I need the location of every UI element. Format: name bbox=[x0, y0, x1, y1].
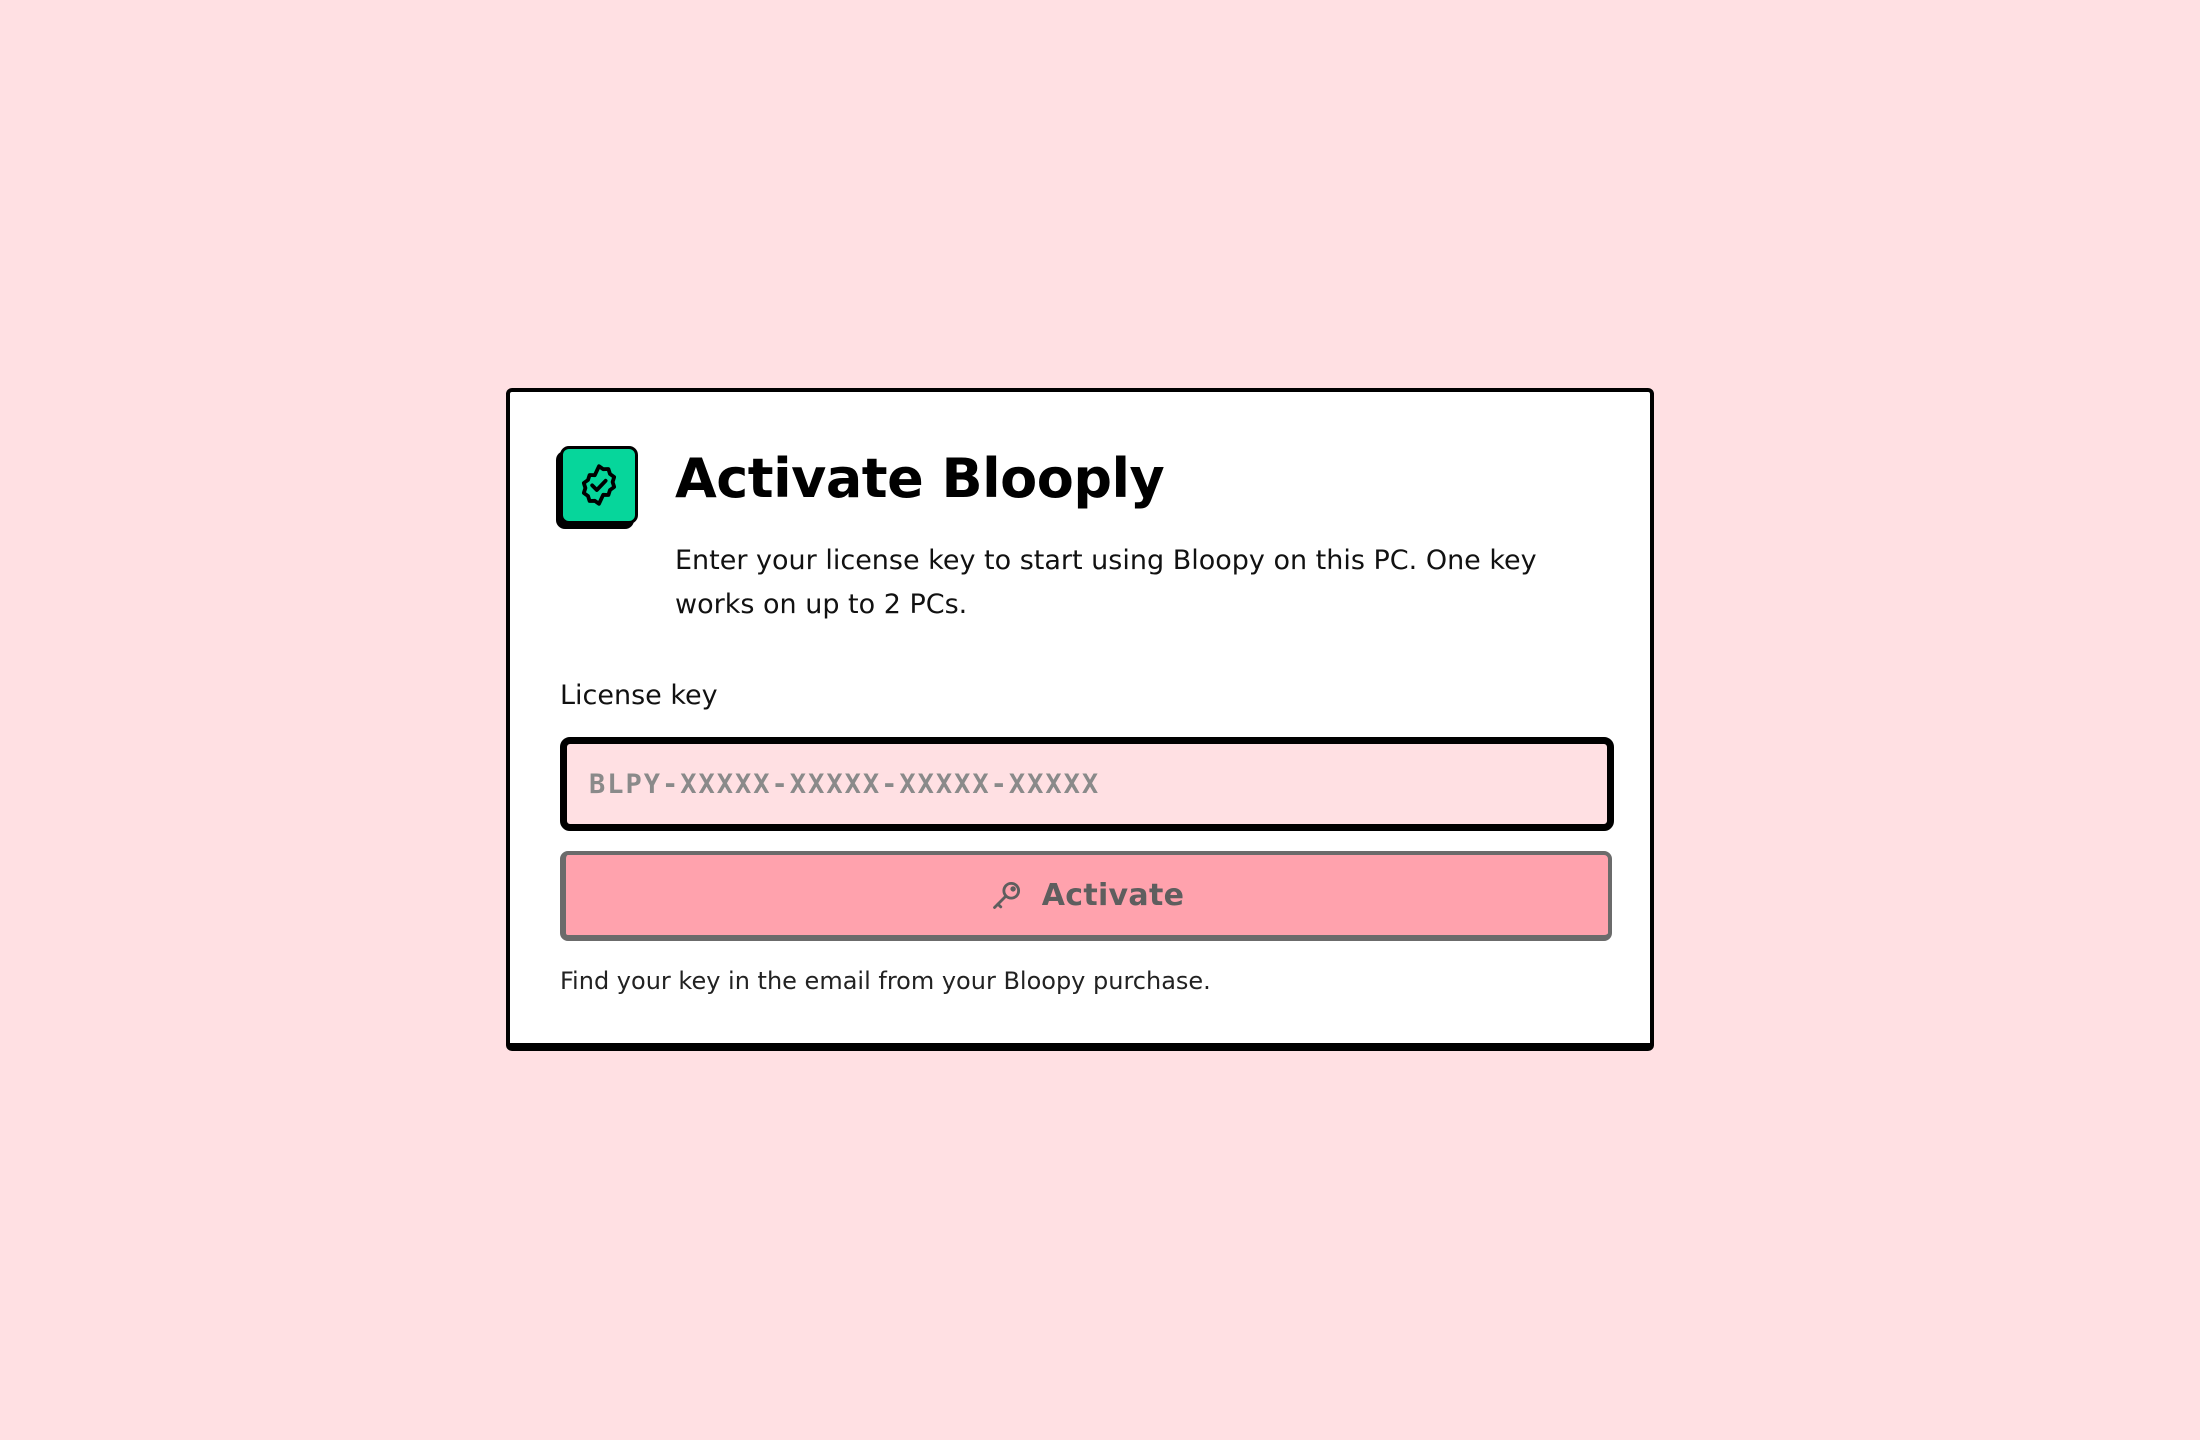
activate-button-label: Activate bbox=[1041, 877, 1185, 913]
key-icon bbox=[990, 878, 1024, 912]
key-hint-text: Find your key in the email from your Blo… bbox=[560, 967, 1211, 995]
verified-badge-icon bbox=[560, 446, 638, 524]
dialog-title: Activate Blooply bbox=[675, 447, 1165, 510]
license-key-input[interactable] bbox=[560, 737, 1614, 831]
activation-card: Activate Blooply Enter your license key … bbox=[506, 388, 1654, 1051]
license-key-label: License key bbox=[560, 680, 718, 711]
activate-button[interactable]: Activate bbox=[560, 851, 1612, 941]
dialog-description: Enter your license key to start using Bl… bbox=[675, 545, 1537, 620]
